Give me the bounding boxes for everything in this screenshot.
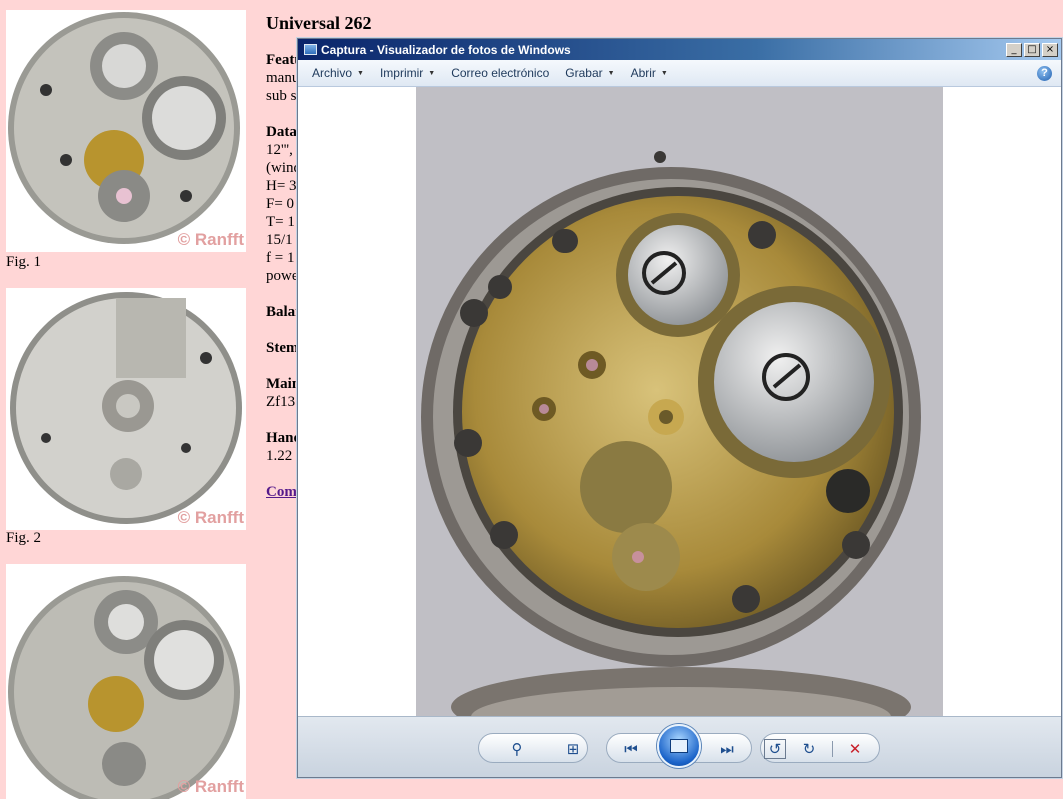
- article-line: manual: [266, 70, 300, 86]
- watermark: © Ranfft: [177, 777, 244, 796]
- article-line: sub seconds: [266, 88, 300, 104]
- menu-item-label: Grabar: [565, 66, 603, 80]
- photo-viewer-app-icon: [304, 44, 317, 55]
- article-line: 1.22: [266, 448, 293, 464]
- menu-item-abrir[interactable]: Abrir ▼: [623, 66, 676, 80]
- menu-item-label: Archivo: [312, 66, 353, 80]
- movement-photo-2: [10, 292, 242, 524]
- chevron-down-icon: ▼: [357, 69, 364, 77]
- article-line: T= 1: [266, 214, 295, 230]
- article-line: 15/1: [266, 232, 293, 248]
- menu-item-archivo[interactable]: Archivo ▼: [304, 66, 372, 80]
- menu-item-label: Abrir: [630, 66, 656, 80]
- delete-icon[interactable]: ✕: [844, 739, 866, 759]
- movement-photo-3: [8, 576, 240, 799]
- viewer-toolbar: ⚲ ⊞ ⏮ ⏭ ↺ ↻ ✕: [298, 716, 1061, 777]
- figure-2-image[interactable]: © Ranfft: [6, 288, 246, 530]
- article-line: Data: [266, 124, 297, 140]
- comments-link[interactable]: Comments: [266, 484, 300, 501]
- minimize-button[interactable]: _: [1006, 42, 1022, 57]
- article-line: Main: [266, 376, 300, 392]
- menu-item-label: Imprimir: [379, 66, 424, 80]
- article-line: H= 3: [266, 178, 297, 194]
- photo-viewer-window[interactable]: Captura - Visualizador de fotos de Windo…: [297, 38, 1062, 778]
- menu-item-imprimir[interactable]: Imprimir ▼: [372, 66, 443, 80]
- figure-1-image[interactable]: © Ranfft: [6, 10, 246, 252]
- fit-icon[interactable]: ⊞: [562, 739, 584, 759]
- article-line: (winding: [266, 160, 300, 176]
- article-line: f = 1: [266, 250, 295, 266]
- article-line: Zf13: [266, 394, 296, 410]
- menu-item-grabar[interactable]: Grabar ▼: [557, 66, 622, 80]
- menu-item-label: Correo electrónico: [451, 66, 550, 80]
- figure-column: © Ranfft Fig. 1 © Ranfft Fig. 2 © Ranfft: [0, 0, 258, 799]
- article-line: Stem: [266, 340, 299, 356]
- zoom-icon[interactable]: ⚲: [506, 739, 528, 759]
- rotate-right-icon[interactable]: ↻: [798, 739, 820, 759]
- watermark: © Ranfft: [177, 230, 244, 249]
- pocket-watch-movement-photo: [416, 87, 943, 716]
- toolbar-separator: [832, 741, 833, 757]
- menu-bar: Archivo ▼ Imprimir ▼ Correo electrónico Graba…: [298, 60, 1061, 87]
- chevron-down-icon: ▼: [660, 69, 668, 77]
- figure-1-caption: Fig. 1: [6, 254, 42, 270]
- chevron-down-icon: ▼: [607, 69, 615, 77]
- slideshow-icon: [670, 739, 688, 753]
- page-title: Universal 262: [266, 13, 372, 33]
- photo-area: [298, 87, 1061, 716]
- movement-photo-1: [8, 12, 240, 244]
- previous-icon[interactable]: ⏮: [620, 739, 642, 759]
- next-icon[interactable]: ⏭: [716, 739, 738, 759]
- article-line: F= 0: [266, 196, 295, 212]
- article-line: Balance: [266, 304, 300, 320]
- rotate-left-icon[interactable]: ↺: [764, 739, 786, 759]
- chevron-down-icon: ▼: [428, 69, 436, 77]
- slideshow-button[interactable]: [657, 724, 701, 768]
- window-title: Captura - Visualizador de fotos de Windo…: [321, 42, 571, 57]
- window-titlebar[interactable]: Captura - Visualizador de fotos de Windo…: [298, 39, 1061, 60]
- menu-item-correo-electr-nico[interactable]: Correo electrónico: [443, 66, 557, 80]
- help-icon[interactable]: ?: [1037, 65, 1052, 81]
- article-line: power: [266, 268, 300, 284]
- displayed-photo: [416, 87, 943, 716]
- close-button[interactable]: ×: [1042, 42, 1058, 57]
- article-line: Hands: [266, 430, 300, 446]
- figure-3-image[interactable]: © Ranfft: [6, 564, 246, 799]
- article-line: 12''',: [266, 142, 293, 158]
- watermark: © Ranfft: [177, 508, 244, 527]
- article-line: Features: [266, 52, 300, 68]
- figure-2-caption: Fig. 2: [6, 530, 42, 546]
- maximize-button[interactable]: □: [1024, 42, 1040, 57]
